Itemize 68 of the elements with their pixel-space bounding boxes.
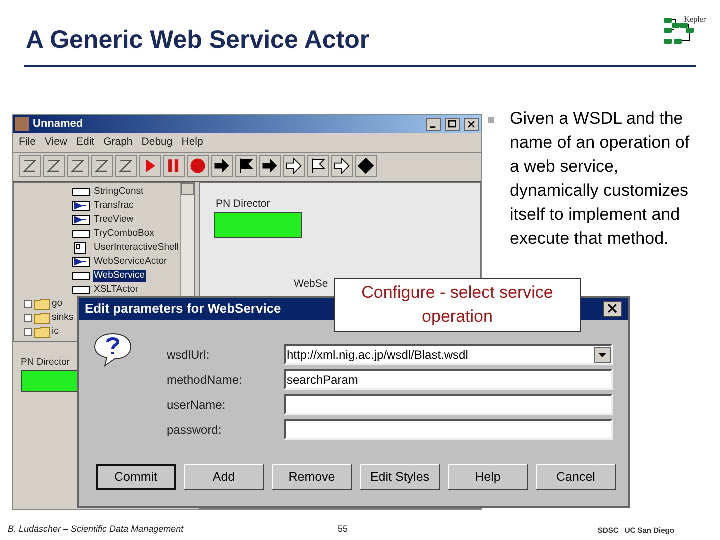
callout-text: Configure - select service operation <box>360 282 554 328</box>
dialog-button[interactable]: Cancel <box>536 464 616 490</box>
tree-item[interactable]: StringConst <box>93 186 145 198</box>
field-label: wsdlUrl: <box>167 346 211 364</box>
menu-item[interactable]: File <box>19 134 36 150</box>
menu-item[interactable]: Graph <box>104 134 133 150</box>
dialog-title: Edit parameters for WebService <box>85 300 282 318</box>
bullet-text: Given a WSDL and the name of an operation of a web service, dynamically customizes itself to implement and execute that method. <box>510 108 691 250</box>
field-label: methodName: <box>167 372 244 388</box>
flag-icon <box>72 215 90 225</box>
director-label: PN Director <box>216 197 270 212</box>
zoom-tool-icon[interactable] <box>43 155 65 177</box>
dialog-button[interactable]: Commit <box>96 464 176 490</box>
folder-icon <box>34 312 50 324</box>
field-label: userName: <box>167 396 227 414</box>
actor-icon <box>72 230 90 238</box>
page-number: 55 <box>338 522 350 536</box>
tree-item[interactable]: UserInteractiveShell <box>93 242 180 254</box>
tree-item[interactable]: TreeView <box>93 214 135 226</box>
flag-icon <box>72 201 90 211</box>
actor-icon <box>72 286 90 294</box>
tree-item[interactable]: sinks <box>52 310 74 326</box>
bullet-icon <box>488 117 494 123</box>
tree-item[interactable]: WebServiceActor <box>93 256 168 268</box>
maximize-icon[interactable] <box>445 118 460 130</box>
minimize-icon[interactable] <box>426 118 441 130</box>
folder-icon <box>34 326 50 338</box>
close-icon[interactable] <box>464 118 479 130</box>
dropdown-field[interactable]: http://xml.nig.ac.jp/wsdl/Blast.wsdl <box>284 344 613 365</box>
menu-item[interactable]: View <box>44 134 68 150</box>
dialog-button[interactable]: Add <box>184 464 264 490</box>
pause-icon[interactable] <box>163 155 185 177</box>
tree-item[interactable]: XSLTActor <box>93 284 140 296</box>
zoom-tool-icon[interactable] <box>67 155 89 177</box>
footer-author: B. Ludäscher – Scientific Data Management <box>8 522 185 536</box>
director-label: PN Director <box>20 356 72 370</box>
dialog-button[interactable]: Help <box>448 464 528 490</box>
play-icon[interactable] <box>139 155 161 177</box>
app-icon <box>15 117 29 131</box>
tree-item[interactable]: Transfrac <box>93 200 135 212</box>
flag-icon <box>72 257 90 267</box>
zoom-tool-icon[interactable] <box>19 155 41 177</box>
text-field[interactable] <box>284 394 613 415</box>
dialog-button[interactable]: Edit Styles <box>360 464 440 490</box>
zoom-tool-icon[interactable] <box>91 155 113 177</box>
diamond-icon[interactable] <box>355 155 377 177</box>
tree-item[interactable]: WebService <box>93 270 146 282</box>
slide-title: A Generic Web Service Actor <box>26 28 370 53</box>
question-icon <box>93 332 133 368</box>
menu-item[interactable]: Debug <box>142 134 173 150</box>
tree-item[interactable]: TryComboBox <box>93 228 156 240</box>
menu-item[interactable]: Edit <box>76 134 95 150</box>
dialog-button[interactable]: Remove <box>272 464 352 490</box>
tree-item[interactable]: go <box>52 296 63 312</box>
folder-icon <box>34 298 50 310</box>
close-icon[interactable] <box>603 301 622 317</box>
logo-text: Kepler <box>684 14 706 26</box>
actor-icon <box>72 272 90 280</box>
zoom-tool-icon[interactable] <box>115 155 137 177</box>
actor-label: WebSe <box>294 277 328 292</box>
text-field[interactable] <box>284 419 613 440</box>
menu-item[interactable]: Help <box>182 134 204 150</box>
text-field[interactable]: searchParam <box>284 369 613 390</box>
window-title: Unnamed <box>33 116 84 132</box>
tree-item[interactable]: ic <box>52 324 59 340</box>
field-label: password: <box>167 422 223 438</box>
actor-icon <box>72 188 90 196</box>
stop-icon[interactable] <box>187 155 209 177</box>
